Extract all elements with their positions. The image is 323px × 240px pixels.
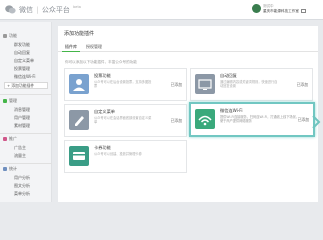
status-added: 已添加 [170, 118, 182, 123]
custom-menu-thumbnail [69, 110, 89, 130]
plugin-card-vote[interactable]: 投票功能 公众号可以在后台设置投票，支持多图投票 已添加 [64, 68, 187, 101]
plugin-name: 微信连Wi-Fi [220, 108, 243, 113]
plugin-desc: 公众号可以创建、投放并管理卡券 [94, 152, 142, 156]
status-added: 已添加 [297, 117, 309, 122]
coupons-thumbnail [69, 146, 89, 166]
sidebar-item-user-analysis[interactable]: 用户分析 [14, 175, 30, 181]
status-added: 已添加 [296, 82, 308, 87]
sidebar-item-vote[interactable]: 投票管理 [14, 66, 30, 72]
plugin-desc: 通过编辑内容或关键词规则，快速进行自动回复设置 [220, 80, 278, 89]
status-added: 已添加 [170, 82, 182, 87]
divider [0, 163, 52, 164]
sidebar: 功能 群发功能 自动回复 自定义菜单 投票管理 微信连Wi-Fi + 添加功能插… [0, 22, 52, 202]
tab-plugin-library[interactable]: 插件库 [62, 43, 80, 52]
wifi-icon [198, 115, 212, 126]
pencil-icon [75, 116, 84, 126]
top-bar: 微信 | 公众平台 beta 测试中 重庆市能源科技工作室 [0, 0, 323, 20]
brand-name: 微信 [19, 6, 33, 14]
brand-title: 微信 | 公众平台 beta [19, 5, 81, 14]
features-icon [3, 34, 7, 38]
plugin-card-auto-reply[interactable]: 自动回复 通过编辑内容或关键词规则，快速进行自动回复设置 已添加 [190, 68, 313, 101]
sidebar-item-messages[interactable]: 消息管理 [14, 107, 30, 113]
sidebar-item-article-analysis[interactable]: 图文分析 [14, 183, 30, 189]
sidebar-section-manage: 管理 [3, 98, 17, 104]
account-name[interactable]: 重庆市能源科技工作室 [263, 9, 299, 14]
sidebar-item-advertiser[interactable]: 广告主 [14, 145, 26, 151]
sidebar-item-wifi[interactable]: 微信连Wi-Fi [14, 74, 36, 80]
beta-badge: beta [73, 5, 81, 9]
plugin-name: 卡券功能 [94, 145, 111, 150]
plugin-desc: 公众号可以在会话界面底部设置自定义菜单 [94, 116, 152, 125]
plugin-card-wifi[interactable]: 微信连Wi-Fi 提供Wi-Fi连接服务，扫码连Wi-Fi，打通线上线下场景，便… [189, 102, 315, 137]
section-title: 统计 [9, 166, 17, 171]
user-icon [73, 79, 85, 91]
sidebar-section-promote: 推广 [3, 136, 17, 142]
sidebar-item-mass-send[interactable]: 群发功能 [14, 42, 30, 48]
divider [0, 133, 52, 134]
hint-text: 你可以添加以下功能插件，丰富公众号的功能 [65, 60, 137, 64]
sidebar-item-materials[interactable]: 素材管理 [14, 123, 30, 129]
sidebar-section-features: 功能 [3, 33, 17, 39]
tab-authorization[interactable]: 授权管理 [83, 43, 105, 52]
section-title: 功能 [9, 33, 17, 38]
wechat-logo-icon [5, 5, 16, 14]
tab-bar: 插件库 授权管理 [58, 41, 318, 52]
sidebar-section-stats: 统计 [3, 166, 17, 172]
add-plugin-button[interactable]: + 添加功能插件 [4, 82, 48, 89]
sidebar-item-menu-analysis[interactable]: 菜单分析 [14, 191, 30, 197]
card-icon [73, 152, 85, 160]
plugin-name: 投票功能 [94, 73, 111, 78]
plugin-card-custom-menu[interactable]: 自定义菜单 公众号可以在会话界面底部设置自定义菜单 已添加 [64, 104, 187, 137]
divider [0, 94, 52, 95]
sidebar-item-users[interactable]: 用户管理 [14, 115, 30, 121]
section-title: 推广 [9, 136, 17, 141]
sidebar-item-auto-reply[interactable]: 自动回复 [14, 50, 30, 56]
vote-thumbnail [69, 74, 89, 94]
page-title: 添加功能插件 [64, 31, 95, 37]
plugin-desc: 公众号可以在后台设置投票，支持多图投票 [94, 80, 152, 89]
plugin-card-coupons[interactable]: 卡券功能 公众号可以创建、投放并管理卡券 [64, 140, 187, 173]
plugin-desc: 提供Wi-Fi连接服务，扫码连Wi-Fi，打通线上线下场景，便于商户提供网络服务 [220, 115, 299, 124]
plugin-name: 自动回复 [220, 73, 237, 78]
wifi-thumbnail [195, 109, 215, 129]
manage-icon [3, 99, 7, 103]
screen-icon [198, 79, 212, 90]
account-avatar[interactable] [252, 4, 261, 13]
auto-reply-thumbnail [195, 74, 215, 94]
sidebar-item-publisher[interactable]: 流量主 [14, 153, 26, 159]
promote-icon [3, 137, 7, 141]
platform-name: 公众平台 [41, 6, 70, 14]
sidebar-item-custom-menu[interactable]: 自定义菜单 [14, 58, 34, 64]
section-title: 管理 [9, 98, 17, 103]
plugin-name: 自定义菜单 [94, 109, 115, 114]
mail-icon[interactable] [301, 9, 306, 13]
main-panel: 添加功能插件 插件库 授权管理 你可以添加以下功能插件，丰富公众号的功能 投票功… [58, 26, 318, 202]
stats-icon [3, 167, 7, 171]
chevron-right-icon[interactable] [311, 114, 321, 130]
